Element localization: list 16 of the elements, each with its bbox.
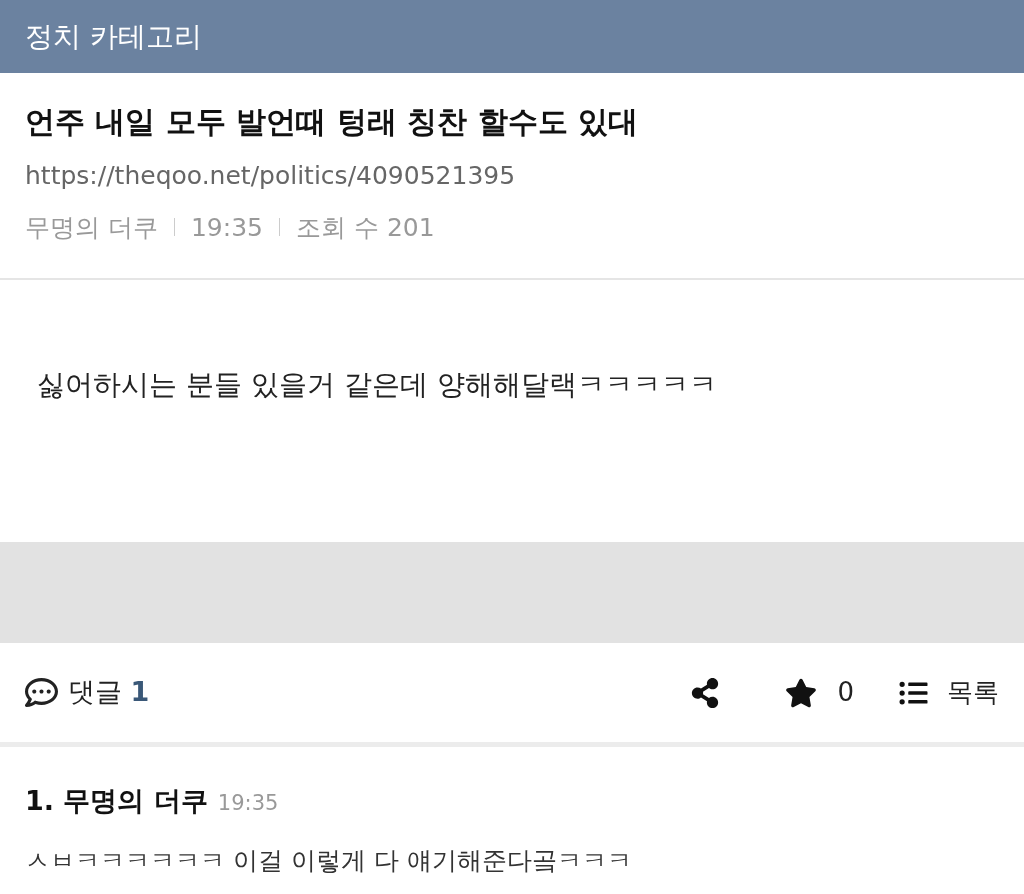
comment-time: 19:35 (217, 790, 279, 817)
category-title: 정치 카테고리 (25, 18, 202, 55)
post-time: 19:35 (190, 211, 263, 244)
star-button[interactable]: 0 (785, 673, 854, 712)
share-icon[interactable] (691, 677, 720, 708)
comment-text: ㅅㅂㅋㅋㅋㅋㅋㅋ 이걸 이렇게 다 얘기해준다곸ㅋㅋㅋ (25, 844, 633, 877)
comment-author: 1. 무명의 더쿠 (25, 784, 208, 818)
comment-icon (25, 676, 58, 709)
post-author: 무명의 더쿠 (25, 211, 158, 244)
post-url: https://theqoo.net/politics/4090521395 (25, 160, 517, 192)
post-body: 싫어하시는 분들 있을거 같은데 양해해달랙ㅋㅋㅋㅋㅋ (37, 367, 718, 403)
comments-button[interactable]: 댓글 1 (25, 672, 150, 713)
list-button[interactable]: 목록 (898, 673, 999, 712)
view-count: 조회 수 201 (296, 211, 435, 244)
star-icon (785, 676, 818, 709)
post-title: 언주 내일 모두 발언때 텅래 칭찬 할수도 있대 (25, 103, 640, 141)
